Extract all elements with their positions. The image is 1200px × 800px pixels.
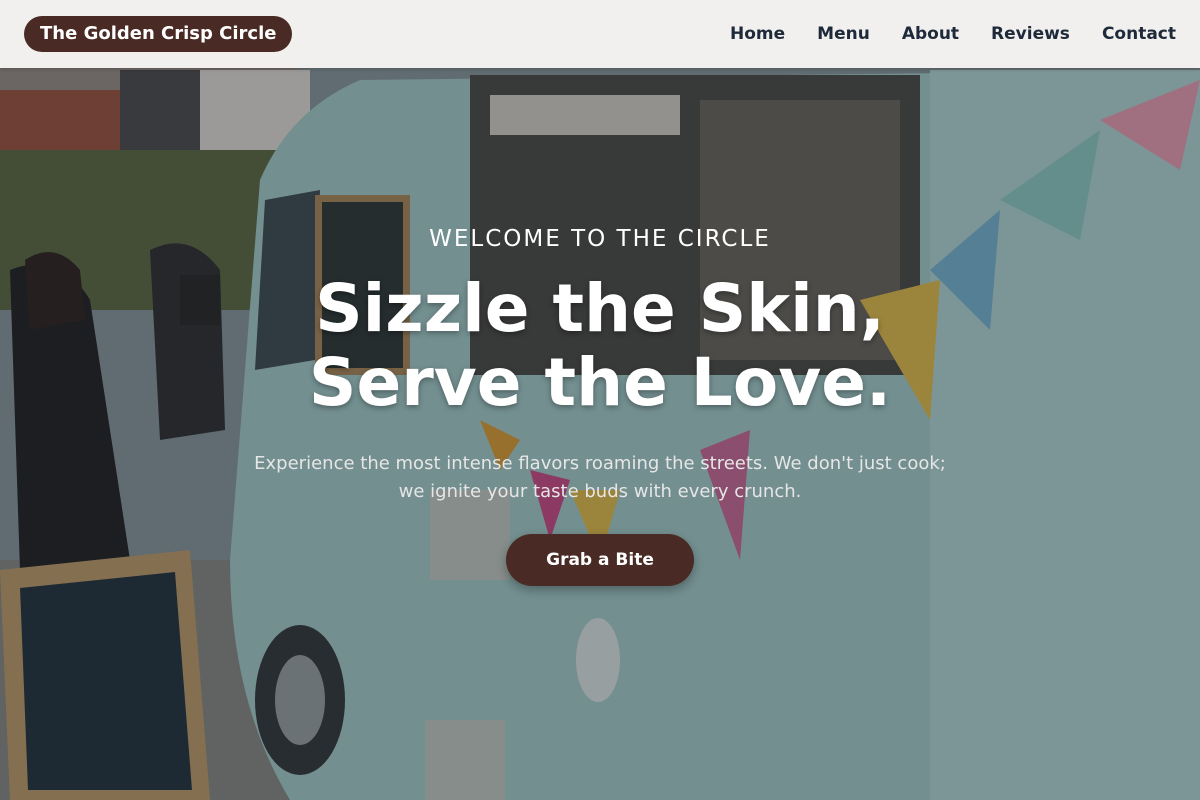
hero-content: WELCOME TO THE CIRCLE Sizzle the Skin, S… [0, 226, 1200, 586]
hero-headline-line-1: Sizzle the Skin, [315, 270, 885, 347]
hero-headline-line-2: Serve the Love. [308, 344, 892, 421]
main-nav: Home Menu About Reviews Contact [730, 24, 1176, 44]
nav-link-reviews[interactable]: Reviews [991, 24, 1070, 44]
nav-link-menu[interactable]: Menu [817, 24, 870, 44]
brand-logo[interactable]: The Golden Crisp Circle [24, 16, 293, 52]
grab-a-bite-button[interactable]: Grab a Bite [506, 534, 694, 586]
nav-link-home[interactable]: Home [730, 24, 785, 44]
hero-headline: Sizzle the Skin, Serve the Love. [0, 272, 1200, 420]
site-header: The Golden Crisp Circle Home Menu About … [0, 0, 1200, 68]
hero-eyebrow: WELCOME TO THE CIRCLE [429, 226, 771, 252]
nav-link-contact[interactable]: Contact [1102, 24, 1176, 44]
nav-link-about[interactable]: About [902, 24, 959, 44]
hero-subtext: Experience the most intense flavors roam… [254, 453, 946, 502]
